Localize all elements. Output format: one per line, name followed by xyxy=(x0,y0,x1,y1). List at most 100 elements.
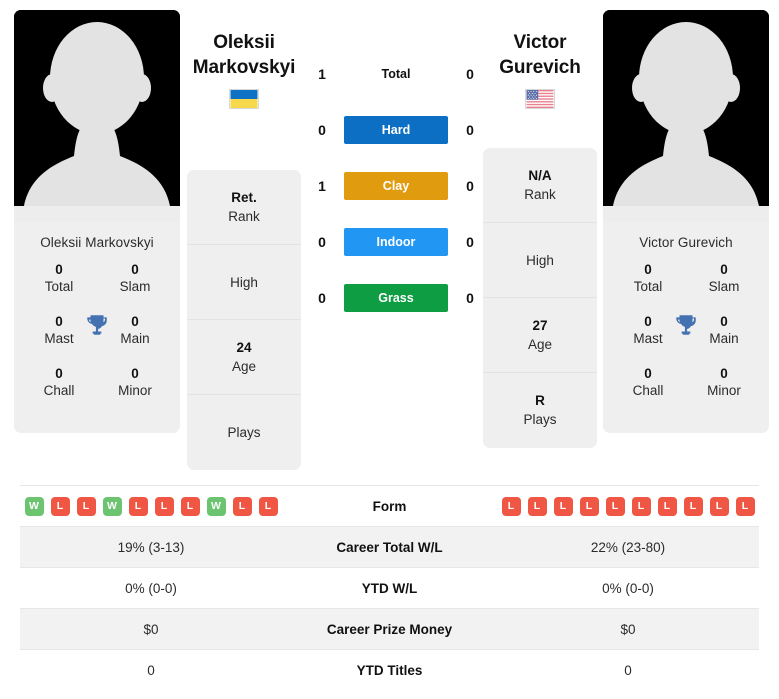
title-stat-mast-right: 0 Mast xyxy=(621,313,675,348)
title-stat-slam-right: 0 Slam xyxy=(697,261,751,296)
form-badge-loss[interactable]: L xyxy=(683,496,703,516)
career-prize-money-left: $0 xyxy=(143,621,159,637)
form-badge-win[interactable]: W xyxy=(102,496,122,516)
form-badge-loss[interactable]: L xyxy=(232,496,252,516)
row-label-career-prize-money: Career Prize Money xyxy=(326,621,453,637)
ytd-titles-right: 0 xyxy=(624,662,632,678)
title-label: Minor xyxy=(118,383,152,398)
info-value: 24 xyxy=(236,339,252,355)
form-badge-win[interactable]: W xyxy=(206,496,226,516)
form-badge-loss[interactable]: L xyxy=(76,496,96,516)
titles-row: 0 Chall 0 Minor xyxy=(14,365,180,417)
title-label: Chall xyxy=(632,383,664,398)
h2h-surface-clay[interactable]: Clay xyxy=(344,172,448,200)
title-value: 0 xyxy=(644,262,652,277)
form-badge-loss[interactable]: L xyxy=(735,496,755,516)
ytd-titles-left: 0 xyxy=(147,662,155,678)
info-age-right: 27 Age xyxy=(483,298,597,373)
title-value: 0 xyxy=(55,314,63,329)
title-value: 0 xyxy=(644,314,652,329)
title-stat-total-left: 0 Total xyxy=(32,261,86,296)
title-stat-chall-left: 0 Chall xyxy=(32,365,86,400)
table-row-career-prize-money: $0 Career Prize Money $0 xyxy=(20,608,759,649)
info-rank-right: N/A Rank xyxy=(483,148,597,223)
title-value: 0 xyxy=(720,314,728,329)
h2h-surface-total[interactable]: Total xyxy=(344,60,448,88)
title-value: 0 xyxy=(644,366,652,381)
h2h-surface-indoor[interactable]: Indoor xyxy=(344,228,448,256)
form-badge-loss[interactable]: L xyxy=(631,496,651,516)
ytd-wl-left: 0% (0-0) xyxy=(125,580,177,596)
titles-row: 0 Total 0 Slam xyxy=(603,261,769,313)
title-value: 0 xyxy=(720,262,728,277)
info-plays-right: R Plays xyxy=(483,373,597,448)
form-badges-left: WLLWLLLWLL xyxy=(20,491,282,522)
title-stat-total-right: 0 Total xyxy=(621,261,675,296)
titles-grid-right: 0 Total 0 Slam 0 Mast 0 Main 0 Chall 0 M… xyxy=(603,261,769,433)
form-badge-loss[interactable]: L xyxy=(501,496,521,516)
title-label: Slam xyxy=(119,279,151,294)
form-badge-loss[interactable]: L xyxy=(128,496,148,516)
player-card-name-right: Victor Gurevich xyxy=(639,235,733,250)
avatar-silhouette-icon xyxy=(14,10,180,222)
info-label: Rank xyxy=(228,208,260,224)
info-value: R xyxy=(535,393,545,408)
h2h-row-hard: 0 Hard 0 xyxy=(310,116,482,144)
player-card-left[interactable]: Oleksii Markovskyi 0 Total 0 Slam 0 Mast… xyxy=(14,10,180,433)
form-badge-loss[interactable]: L xyxy=(154,496,174,516)
title-value: 0 xyxy=(131,314,139,329)
row-label-ytd-titles: YTD Titles xyxy=(356,662,423,678)
title-value: 0 xyxy=(55,262,63,277)
form-badge-list-left: WLLWLLLWLL xyxy=(24,496,278,516)
player-name-line1-left: Oleksii xyxy=(213,32,275,53)
form-badge-loss[interactable]: L xyxy=(527,496,547,516)
form-badge-loss[interactable]: L xyxy=(180,496,200,516)
player-info-card-left: Ret. Rank High 24 Age Plays xyxy=(187,170,301,470)
player-name-block-right: Victor Gurevich xyxy=(465,30,615,109)
row-label-form: Form xyxy=(372,498,407,514)
title-stat-main-left: 0 Main xyxy=(108,313,162,348)
h2h-row-indoor: 0 Indoor 0 xyxy=(310,228,482,256)
form-badge-loss[interactable]: L xyxy=(709,496,729,516)
form-badge-loss[interactable]: L xyxy=(605,496,625,516)
ua-flag-icon xyxy=(229,89,259,109)
table-row-career-total-wl: 19% (3-13) Career Total W/L 22% (23-80) xyxy=(20,526,759,567)
ytd-wl-right: 0% (0-0) xyxy=(602,580,654,596)
title-label: Slam xyxy=(708,279,740,294)
career-total-wl-right: 22% (23-80) xyxy=(590,539,666,555)
title-stat-chall-right: 0 Chall xyxy=(621,365,675,400)
title-label: Total xyxy=(44,279,74,294)
title-stat-minor-left: 0 Minor xyxy=(108,365,162,400)
h2h-surface-grass[interactable]: Grass xyxy=(344,284,448,312)
h2h-right-count: 0 xyxy=(466,122,474,138)
player-card-right[interactable]: Victor Gurevich 0 Total 0 Slam 0 Mast 0 … xyxy=(603,10,769,433)
info-label: High xyxy=(230,274,258,290)
titles-row: 0 Chall 0 Minor xyxy=(603,365,769,417)
form-badge-list-right: LLLLLLLLLL xyxy=(501,496,755,516)
h2h-left-count: 1 xyxy=(318,178,326,194)
titles-row: 0 Total 0 Slam xyxy=(14,261,180,313)
comparison-header: Oleksii Markovskyi 0 Total 0 Slam 0 Mast… xyxy=(0,0,779,478)
trophy-icon xyxy=(676,315,696,335)
player-name-line2-right: Gurevich xyxy=(499,57,581,78)
h2h-surface-hard[interactable]: Hard xyxy=(344,116,448,144)
info-value: N/A xyxy=(528,167,552,183)
table-row-ytd-titles: 0 YTD Titles 0 xyxy=(20,649,759,690)
form-badge-win[interactable]: W xyxy=(24,496,44,516)
form-badges-right: LLLLLLLLLL xyxy=(497,491,759,522)
form-badge-loss[interactable]: L xyxy=(553,496,573,516)
form-badge-loss[interactable]: L xyxy=(258,496,278,516)
h2h-left-count: 1 xyxy=(318,66,326,82)
info-label: Age xyxy=(527,336,553,352)
player-comparison-page: Oleksii Markovskyi 0 Total 0 Slam 0 Mast… xyxy=(0,0,779,699)
title-label: Main xyxy=(709,331,739,346)
title-label: Total xyxy=(633,279,663,294)
head-to-head-surfaces: 1 Total 0 0 Hard 0 1 Clay 0 0 Indoor 0 0 xyxy=(310,60,482,312)
form-badge-loss[interactable]: L xyxy=(579,496,599,516)
form-badge-loss[interactable]: L xyxy=(657,496,677,516)
title-label: Main xyxy=(120,331,150,346)
h2h-right-count: 0 xyxy=(466,290,474,306)
title-label: Mast xyxy=(44,331,74,346)
info-plays-left: Plays xyxy=(187,395,301,470)
form-badge-loss[interactable]: L xyxy=(50,496,70,516)
